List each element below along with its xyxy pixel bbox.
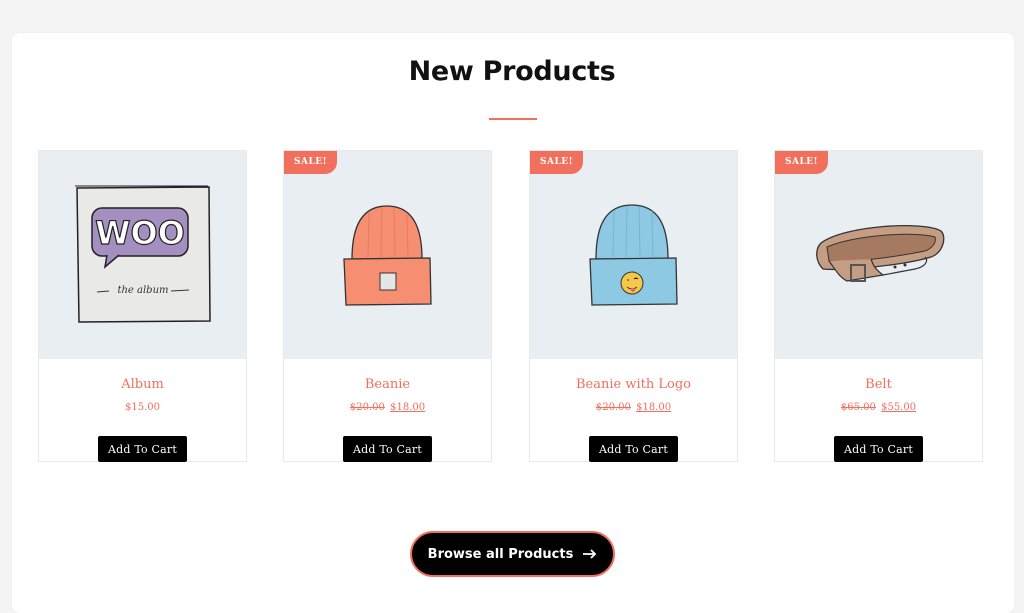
product-image[interactable]: WOO the album bbox=[39, 151, 246, 359]
price-current: $18.00 bbox=[390, 402, 426, 413]
product-name[interactable]: Beanie bbox=[284, 377, 491, 392]
product-price: $20.00 $18.00 bbox=[284, 402, 491, 413]
product-card-album[interactable]: WOO the album Album $15.00 Add To Cart bbox=[38, 150, 247, 462]
title-divider bbox=[489, 118, 537, 120]
section-title: New Products bbox=[408, 56, 616, 87]
price-current: $15.00 bbox=[125, 402, 160, 413]
product-name[interactable]: Beanie with Logo bbox=[530, 377, 737, 392]
price-original: $65.00 bbox=[840, 402, 876, 413]
sale-badge: SALE! bbox=[284, 151, 338, 174]
product-card-belt[interactable]: SALE! Belt $65.00 $55.00 Add To Cart bbox=[774, 150, 983, 462]
price-current: $18.00 bbox=[636, 402, 672, 413]
price-original: $20.00 bbox=[349, 402, 385, 413]
sale-badge: SALE! bbox=[775, 151, 829, 174]
sale-badge: SALE! bbox=[530, 151, 584, 174]
beanie-blue-logo-icon bbox=[589, 204, 678, 306]
product-name[interactable]: Album bbox=[39, 377, 246, 392]
product-price: $15.00 bbox=[39, 402, 246, 413]
browse-button-label: Browse all Products bbox=[427, 546, 574, 562]
product-image[interactable]: SALE! bbox=[284, 151, 491, 359]
add-to-cart-button[interactable]: Add To Cart bbox=[834, 436, 923, 462]
price-current: $55.00 bbox=[881, 402, 917, 413]
product-price: $20.00 $18.00 bbox=[530, 402, 737, 413]
browse-all-products-button[interactable]: Browse all Products bbox=[410, 531, 615, 577]
add-to-cart-button[interactable]: Add To Cart bbox=[98, 436, 187, 462]
svg-text:WOO: WOO bbox=[95, 214, 185, 252]
product-image[interactable]: SALE! bbox=[530, 151, 737, 359]
beanie-orange-icon bbox=[343, 205, 432, 306]
svg-text:the album: the album bbox=[117, 285, 168, 296]
price-original: $20.00 bbox=[595, 402, 631, 413]
product-image[interactable]: SALE! bbox=[775, 151, 982, 359]
product-price: $65.00 $55.00 bbox=[775, 402, 982, 413]
arrow-right-icon bbox=[583, 549, 597, 559]
product-card-beanie-with-logo[interactable]: SALE! Beanie with Logo $20.00 $18.00 Add… bbox=[529, 150, 738, 462]
add-to-cart-button[interactable]: Add To Cart bbox=[343, 436, 432, 462]
product-card-beanie[interactable]: SALE! Beanie $20.00 $18.00 Add To Cart bbox=[283, 150, 492, 462]
belt-icon bbox=[816, 225, 945, 282]
woo-album-icon: WOO the album bbox=[75, 185, 211, 323]
product-name[interactable]: Belt bbox=[775, 377, 982, 392]
add-to-cart-button[interactable]: Add To Cart bbox=[589, 436, 678, 462]
